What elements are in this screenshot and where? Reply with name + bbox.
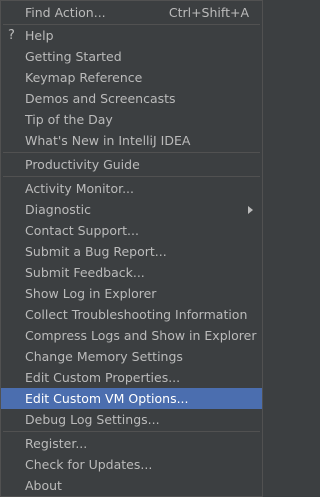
menu-item-keymap-reference[interactable]: Keymap Reference <box>1 67 262 88</box>
menu-item-getting-started[interactable]: Getting Started <box>1 46 262 67</box>
menu-separator <box>3 431 260 432</box>
menu-item-label: Tip of the Day <box>25 112 113 127</box>
menu-item-label: Activity Monitor... <box>25 181 135 196</box>
menu-item-find-action[interactable]: Find Action... Ctrl+Shift+A <box>1 2 262 23</box>
menu-item-label: Contact Support... <box>25 223 139 238</box>
menu-item-edit-custom-vm-options[interactable]: Edit Custom VM Options... <box>1 388 262 409</box>
menu-item-label: Keymap Reference <box>25 70 143 85</box>
menu-item-label: Change Memory Settings <box>25 349 183 364</box>
menu-item-label: Check for Updates... <box>25 457 153 472</box>
menu-item-label: Diagnostic <box>25 202 92 217</box>
menu-item-demos-screencasts[interactable]: Demos and Screencasts <box>1 88 262 109</box>
menu-item-label: Collect Troubleshooting Information <box>25 307 248 322</box>
menu-item-label: Submit a Bug Report... <box>25 244 167 259</box>
submenu-arrow-icon <box>248 206 253 214</box>
menu-item-about[interactable]: About <box>1 475 262 496</box>
menu-item-label: Submit Feedback... <box>25 265 145 280</box>
menu-item-show-log[interactable]: Show Log in Explorer <box>1 283 262 304</box>
menu-item-contact-support[interactable]: Contact Support... <box>1 220 262 241</box>
menu-item-label: Help <box>25 28 54 43</box>
menu-item-debug-log-settings[interactable]: Debug Log Settings... <box>1 409 262 430</box>
menu-separator <box>3 152 260 153</box>
menu-item-shortcut: Ctrl+Shift+A <box>168 5 249 20</box>
menu-item-whats-new[interactable]: What's New in IntelliJ IDEA <box>1 130 262 151</box>
menu-item-check-for-updates[interactable]: Check for Updates... <box>1 454 262 475</box>
menu-item-productivity-guide[interactable]: Productivity Guide <box>1 154 262 175</box>
menu-item-label: About <box>25 478 62 493</box>
menu-item-register[interactable]: Register... <box>1 433 262 454</box>
menu-item-activity-monitor[interactable]: Activity Monitor... <box>1 178 262 199</box>
menu-separator <box>3 176 260 177</box>
menu-item-label: What's New in IntelliJ IDEA <box>25 133 191 148</box>
menu-item-collect-troubleshooting[interactable]: Collect Troubleshooting Information <box>1 304 262 325</box>
menu-item-label: Debug Log Settings... <box>25 412 160 427</box>
menu-item-change-memory[interactable]: Change Memory Settings <box>1 346 262 367</box>
menu-item-submit-feedback[interactable]: Submit Feedback... <box>1 262 262 283</box>
menu-item-label: Demos and Screencasts <box>25 91 176 106</box>
menu-item-label: Productivity Guide <box>25 157 140 172</box>
menu-item-label: Edit Custom VM Options... <box>25 391 189 406</box>
menu-item-diagnostic[interactable]: Diagnostic <box>1 199 262 220</box>
help-menu: Find Action... Ctrl+Shift+A ? Help Getti… <box>0 0 263 497</box>
menu-item-label: Find Action... <box>25 5 106 20</box>
menu-item-compress-logs[interactable]: Compress Logs and Show in Explorer <box>1 325 262 346</box>
menu-item-label: Show Log in Explorer <box>25 286 157 301</box>
menu-item-label: Getting Started <box>25 49 122 64</box>
menu-item-label: Compress Logs and Show in Explorer <box>25 328 257 343</box>
menu-item-help[interactable]: ? Help <box>1 25 262 46</box>
menu-item-edit-custom-properties[interactable]: Edit Custom Properties... <box>1 367 262 388</box>
menu-item-label: Edit Custom Properties... <box>25 370 181 385</box>
menu-item-tip-of-the-day[interactable]: Tip of the Day <box>1 109 262 130</box>
question-mark-icon: ? <box>8 28 15 43</box>
menu-item-label: Register... <box>25 436 88 451</box>
menu-item-submit-bug-report[interactable]: Submit a Bug Report... <box>1 241 262 262</box>
